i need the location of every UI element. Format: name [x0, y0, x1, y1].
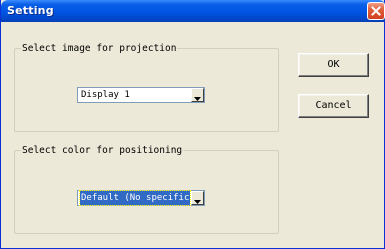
window-title: Setting: [7, 4, 54, 17]
projection-image-label: Select image for projection: [21, 42, 178, 55]
title-bar[interactable]: Setting: [1, 0, 385, 22]
positioning-color-value: Default (No specific colo: [79, 190, 191, 206]
projection-image-group: Select image for projection Display 1: [14, 42, 279, 132]
projection-image-value: Display 1: [81, 90, 130, 100]
positioning-color-label: Select color for positioning: [21, 144, 184, 157]
setting-dialog: Setting Select image for projection Disp…: [0, 0, 385, 249]
ok-button[interactable]: OK: [298, 53, 369, 77]
dropdown-button[interactable]: [191, 88, 204, 102]
positioning-color-group: Select color for positioning Default (No…: [14, 144, 279, 234]
projection-image-select[interactable]: Display 1: [77, 87, 205, 103]
positioning-color-select[interactable]: Default (No specific colo: [77, 190, 205, 206]
chevron-down-icon: [194, 189, 201, 208]
close-icon: [371, 6, 381, 16]
chevron-down-icon: [194, 86, 201, 105]
close-button[interactable]: [367, 2, 385, 20]
dropdown-button[interactable]: [191, 191, 204, 205]
cancel-button[interactable]: Cancel: [298, 94, 369, 118]
